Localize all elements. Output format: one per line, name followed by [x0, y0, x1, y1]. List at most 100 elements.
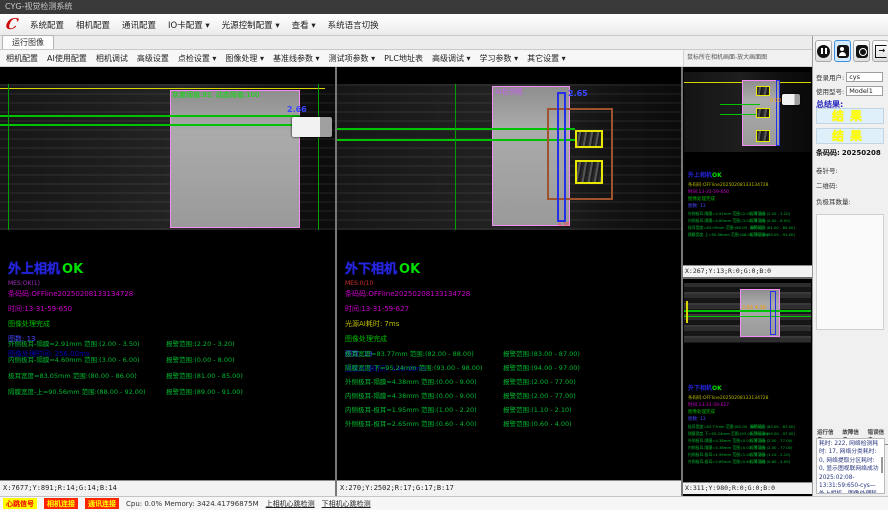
alarm-range: 报警范围:(0.00 - 8.00) — [166, 354, 235, 364]
measurement-value: 外侧极耳-隔膜=4.38mm 范围:(0.00 - 9.00) — [345, 376, 503, 386]
alarm-range: 报警范围:(2.20 - 3.20) — [166, 338, 235, 348]
result-box-lower: 结果 — [816, 128, 884, 144]
pixel-coordinate-readout-upper: X:7677;Y:891;R:14;G:14;B:14 — [0, 480, 335, 496]
alarm-range: 报警范围:(2.00 - 77.00) — [750, 438, 793, 444]
measurement-row: 极耳宽度=83.05mm 范围:(80.00 - 86.00) 报警范围:(81… — [8, 370, 338, 380]
alarm-range: 报警范围:(0.60 - 4.00) — [750, 459, 790, 465]
result-box-upper: 结果 — [816, 108, 884, 124]
camera-image-lower[interactable]: AI检测框 2.65 4.38 — [337, 84, 681, 230]
zoom-preview-upper[interactable]: 0.00 外上相机OK 条码码:OFFline20250208133134728… — [683, 67, 812, 279]
menu-item[interactable]: 光源控制配置 ▾ — [222, 19, 280, 31]
camera-image-upper[interactable]: 灰度阈值:93, 动态阈值:100 2.66 — [0, 84, 335, 230]
toolbar-button[interactable]: 基准线参数 ▾ — [273, 53, 320, 64]
measurement-value: 隔膜宽度-下=95.24mm 范围:(93.00 - 98.00) — [345, 362, 503, 372]
measurement-value: 内侧极耳-隔膜=4.60mm 范围:(3.00 - 6.00) — [688, 218, 750, 224]
run-log-box[interactable]: 耗时: 222, 网络检测耗时: 17, 网络分类耗时: 0, 网络提取分区耗时… — [816, 438, 885, 494]
user-button[interactable] — [834, 40, 851, 62]
alarm-range: 报警范围:(2.00 - 77.00) — [503, 376, 576, 386]
toolbar-button[interactable]: 图像处理 ▾ — [225, 53, 264, 64]
camera-viewport: 灰度阈值:93, 动态阈值:100 2.66 外上相机OK MES:OK(1) … — [0, 67, 812, 496]
alarm-range: 报警范围:(83.00 - 87.00) — [503, 348, 580, 358]
model-label: 使用型号: — [816, 86, 844, 96]
tab-detect-box — [756, 130, 770, 142]
status-ok-badge: OK — [399, 262, 420, 277]
time-line: 时间:13-31-59-627 — [688, 402, 795, 408]
scrollbar-thumb[interactable] — [881, 457, 883, 473]
result-list-box[interactable] — [816, 214, 884, 330]
measurement-value: 内侧极耳-极耳=1.95mm 范围:(1.00 - 2.20) — [345, 404, 503, 414]
measurement-value: 隔膜宽度-下=95.24mm 范围:(93.00 - 98.00) — [688, 431, 750, 437]
menu-item[interactable]: 系统语言切换 — [328, 19, 379, 31]
measurement-value: 外侧极耳-极耳=2.65mm 范围:(0.60 - 4.00) — [688, 459, 750, 465]
menu-item[interactable]: IO卡配置 ▾ — [168, 19, 210, 31]
heartbeat-status-badge: 心跳信号 — [3, 498, 37, 509]
mes-status: MES:0/10 — [345, 280, 470, 287]
lower-camera-heartbeat-link[interactable]: 下相机心跳检测 — [322, 499, 371, 509]
toolbar-button[interactable]: 高级调试 ▾ — [432, 53, 471, 64]
menu-item[interactable]: 系统配置 — [30, 19, 64, 31]
measurement-row: 外侧极耳-隔膜=4.38mm 范围:(0.00 - 9.00) 报警范围:(2.… — [688, 438, 795, 444]
menu-item[interactable]: 相机配置 — [76, 19, 110, 31]
toolbar-button[interactable]: AI使用配置 — [47, 53, 87, 64]
toolbar-button[interactable]: 学习参数 ▾ — [480, 53, 519, 64]
toolbar-button[interactable]: 其它设置 ▾ — [527, 53, 566, 64]
model-field[interactable]: Model1 — [846, 86, 883, 96]
toolbar-button[interactable]: 相机配置 — [6, 53, 38, 64]
yellow-reference-line — [0, 88, 325, 89]
mini-panel-caption: 鼠标所在相机画面-放大画面图 — [683, 50, 812, 67]
baseline-upper — [0, 115, 300, 117]
measurement-list-lower: 极耳宽度=83.77mm 范围:(82.00 - 88.00) 报警范围:(83… — [345, 348, 675, 432]
camera-connect-badge: 相机连接 — [44, 498, 78, 509]
toolbar-button[interactable]: 测试项参数 ▾ — [329, 53, 376, 64]
toolbar-button[interactable]: 相机调试 — [96, 53, 128, 64]
measurement-value: 极耳宽度=83.05mm 范围:(80.00 - 86.00) — [8, 370, 166, 380]
menu-item[interactable]: 通讯配置 — [122, 19, 156, 31]
measure-overlay-label: 2.65 — [568, 89, 588, 98]
tab-run-image[interactable]: 运行图像 — [2, 35, 54, 49]
camera-icon — [856, 45, 868, 58]
pause-button[interactable] — [815, 40, 832, 62]
barcode-value: 20250208 — [842, 149, 881, 157]
mes-status: MES:OK(1) — [8, 280, 133, 287]
measurement-list-upper: 外侧极耳-隔膜=2.91mm 范围:(2.00 - 3.50) 报警范围:(2.… — [8, 338, 338, 402]
pixel-coordinate-readout-lower: X:270;Y:2502;R:17;G:17;B:17 — [337, 480, 681, 496]
alarm-range: 报警范围:(0.00 - 8.00) — [750, 218, 790, 224]
vertical-guide-right — [318, 84, 319, 230]
measurement-row: 隔膜宽度-下=95.24mm 范围:(93.00 - 98.00) 报警范围:(… — [345, 362, 675, 372]
barcode-line: 条码码:OFFline20250208133134728 — [688, 182, 795, 188]
zoom-info-lower: 外下相机OK 条码码:OFFline20250208133134728 时间:1… — [688, 375, 795, 466]
qr-code-label: 二维码: — [816, 180, 838, 190]
toolbar-button[interactable]: PLC地址表 — [384, 53, 423, 64]
login-user-row: 登录用户: cys — [816, 72, 883, 82]
exit-button[interactable] — [872, 40, 888, 62]
zoom-preview-lower[interactable]: 2.65 4.38 外下相机OK 条码码:OFFline202502081331… — [683, 279, 812, 494]
login-user-field[interactable]: cys — [846, 72, 883, 82]
camera-view-upper[interactable]: 灰度阈值:93, 动态阈值:100 2.66 外上相机OK MES:OK(1) … — [0, 67, 335, 496]
measure-overlay-red: 4.38 — [558, 222, 569, 228]
exit-door-icon — [875, 45, 887, 58]
camera-settings-button[interactable] — [853, 40, 870, 62]
toolbar-button[interactable]: 高级设置 — [137, 53, 169, 64]
tab-detect-box — [756, 108, 770, 118]
camera-view-lower[interactable]: AI检测框 2.65 4.38 外下相机OK MES:0/10 条码码:OFFl… — [337, 67, 681, 496]
negative-tab-count-label: 负极耳数量: — [816, 196, 851, 206]
toolbar-button[interactable]: 点检设置 ▾ — [178, 53, 217, 64]
pause-icon — [817, 45, 830, 58]
process-done-line: 图像处理完成 — [688, 409, 795, 415]
separator-region-box — [170, 90, 300, 228]
camera-title: 外上相机 — [688, 172, 712, 179]
ai-box-label: AI检测框 — [495, 87, 523, 97]
menu-items: 系统配置相机配置通讯配置 IO卡配置 ▾ 光源控制配置 ▾ 查看 ▾ 系统语言切换 — [30, 19, 379, 31]
frame-count-line: 图数: 13 — [688, 416, 795, 422]
status-ok-badge: OK — [62, 262, 83, 277]
edge-detect-box-blue — [770, 291, 776, 335]
vertical-guide — [455, 84, 456, 230]
measurement-value: 极耳宽度=83.05mm 范围:(80.00 - 86.00) — [688, 225, 750, 231]
upper-camera-heartbeat-link[interactable]: 上相机心跳检测 — [266, 499, 315, 509]
yellow-guide — [686, 301, 688, 323]
camera-title: 外下相机 — [688, 385, 712, 392]
edge-detect-box-blue — [776, 80, 780, 146]
control-panel: 登录用户: cys 使用型号: Model1 总结果: 结果 结果 条码码: 2… — [812, 36, 888, 496]
login-user-label: 登录用户: — [816, 72, 844, 82]
menu-item[interactable]: 查看 ▾ — [292, 19, 316, 31]
